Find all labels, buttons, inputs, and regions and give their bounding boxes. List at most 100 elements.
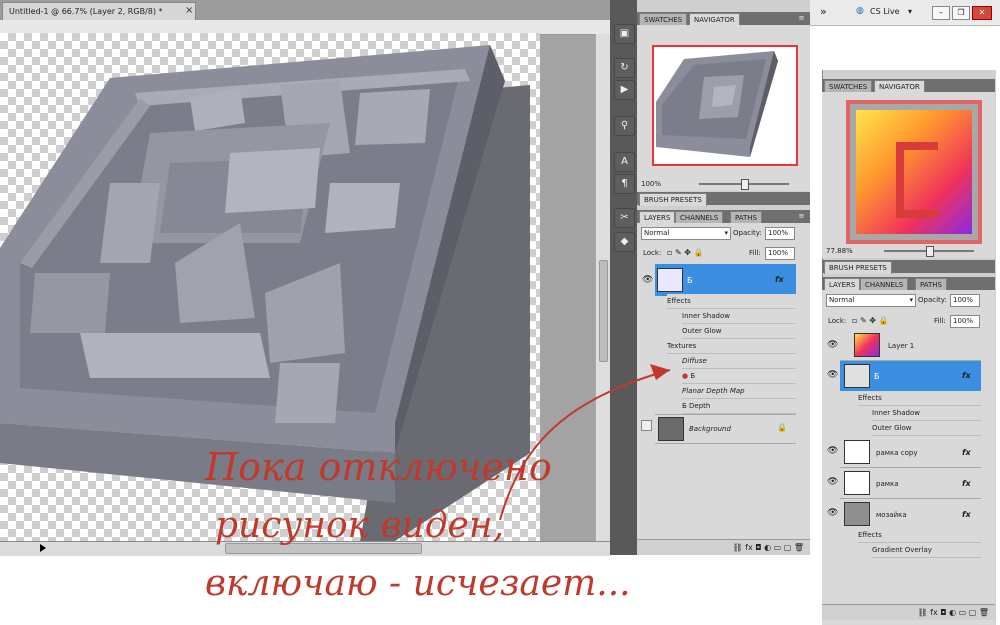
layer-name: мозайка	[876, 511, 907, 519]
eye-icon[interactable]: 👁	[827, 447, 838, 456]
opacity-input-2[interactable]: 100%	[950, 294, 980, 307]
layer-thumbnail	[657, 268, 683, 292]
inner-shadow-row-2[interactable]: Inner Shadow	[872, 406, 981, 421]
effects-row-2[interactable]: Effects	[858, 391, 981, 406]
layer-name: рамка copy	[876, 449, 918, 457]
navigator-tabs: SWATCHES NAVIGATOR ≡	[637, 12, 810, 26]
navigator-thumbnail-render	[656, 51, 778, 157]
layer-name: рамка	[876, 480, 899, 488]
lock-icons[interactable]: ▫ ✎ ✥ 🔒	[667, 248, 703, 257]
handwritten-note-line2: рисунок виден,	[215, 505, 505, 546]
layer-thumbnail	[844, 440, 870, 464]
fill-input[interactable]: 100%	[765, 247, 795, 260]
history-icon[interactable]: ↻	[614, 58, 635, 78]
layers-panel-2: Normal ▾ Opacity: 100% Lock: ▫ ✎ ✥ 🔒 Fill…	[822, 290, 995, 625]
layer-name: Layer 1	[888, 342, 915, 350]
layer-b-row[interactable]: Б fx	[655, 264, 796, 296]
cs-live-icon: ◍	[856, 6, 864, 16]
mozaika-row[interactable]: мозайка fx	[840, 499, 981, 529]
inner-shadow-row[interactable]: Inner Shadow	[682, 309, 796, 324]
eye-icon[interactable]: 👁	[827, 509, 838, 518]
navigator-zoom-value-2[interactable]: 77.88%	[826, 247, 853, 255]
handwritten-note-line1: Пока отключено	[205, 445, 552, 489]
ramka-row[interactable]: рамка fx	[840, 468, 981, 499]
outer-glow-row[interactable]: Outer Glow	[682, 324, 796, 339]
cs-live-label[interactable]: CS Live	[870, 7, 900, 16]
panel-menu-icon[interactable]: ≡	[797, 14, 806, 22]
outer-glow-row-2[interactable]: Outer Glow	[872, 421, 981, 436]
layer-name: Б	[687, 276, 693, 285]
lock-icons-2[interactable]: ▫ ✎ ✥ 🔒	[852, 316, 888, 325]
more-arrows[interactable]: »	[820, 5, 827, 18]
panel-menu-icon[interactable]: ≡	[797, 212, 806, 220]
lock-label: Lock:	[643, 249, 662, 257]
eye-icon[interactable]: 👁	[827, 478, 838, 487]
navigator-tabs-2: SWATCHES NAVIGATOR	[822, 79, 995, 93]
tab-brush-presets-2[interactable]: BRUSH PRESETS	[824, 261, 892, 274]
fill-label-2: Fill:	[934, 317, 946, 325]
tools-icon[interactable]: ✂	[614, 208, 635, 228]
ramka-copy-row[interactable]: рамка copy fx	[840, 437, 981, 468]
letter-glyph-shape	[896, 142, 938, 218]
opacity-label: Opacity:	[733, 229, 762, 237]
tab-brush-presets[interactable]: BRUSH PRESETS	[639, 193, 707, 206]
zoom-slider-thumb[interactable]	[741, 179, 749, 190]
minimize-button[interactable]: –	[932, 6, 950, 20]
clone-source-icon[interactable]: ⚲	[614, 116, 635, 136]
layer-b-row-2[interactable]: Б fx	[840, 361, 981, 391]
navigator-preview[interactable]	[652, 45, 798, 166]
layer1-row[interactable]: Layer 1	[840, 330, 981, 361]
close-icon[interactable]: ×	[185, 5, 193, 16]
layers-tabs: LAYERS CHANNELS PATHS ≡	[637, 210, 810, 224]
lock-label-2: Lock:	[828, 317, 847, 325]
document-tab-title: Untitled-1 @ 66.7% (Layer 2, RGB/8) *	[9, 7, 163, 16]
mini-bridge-icon[interactable]: ▣	[614, 24, 635, 44]
fill-input-2[interactable]: 100%	[950, 315, 980, 328]
3d-icon[interactable]: ◆	[614, 232, 635, 252]
effects-row[interactable]: Effects	[667, 294, 796, 309]
eye-icon[interactable]: 👁	[827, 341, 838, 350]
layer-thumbnail	[854, 333, 880, 357]
paragraph-icon[interactable]: ¶	[614, 174, 635, 194]
navigator-panel: 100%	[637, 25, 810, 191]
character-icon[interactable]: A	[614, 152, 635, 172]
fx-icon[interactable]: fx	[962, 510, 971, 519]
status-arrow-icon[interactable]	[40, 544, 46, 552]
annotation-arrow	[499, 364, 671, 521]
eye-icon[interactable]: 👁	[642, 276, 653, 285]
application-bar: » ◍ CS Live ▾ – ❐ ✕	[810, 0, 1000, 26]
fx-icon[interactable]: fx	[775, 275, 784, 284]
zoom-slider-thumb-2[interactable]	[926, 246, 934, 257]
gradient-overlay-row[interactable]: Gradient Overlay	[872, 543, 981, 558]
layer-name: Б	[874, 372, 880, 381]
eye-icon[interactable]: 👁	[827, 371, 838, 380]
brush-presets-header: BRUSH PRESETS	[637, 192, 810, 206]
layer-thumbnail	[844, 364, 870, 388]
fx-icon[interactable]: fx	[962, 479, 971, 488]
brush-presets-header-2: BRUSH PRESETS	[822, 260, 995, 274]
handwritten-note-line3: включаю - исчезает...	[205, 563, 631, 604]
navigator-preview-2[interactable]	[846, 100, 982, 244]
opacity-label-2: Opacity:	[918, 296, 947, 304]
fx-icon[interactable]: fx	[962, 371, 971, 380]
restore-button[interactable]: ❐	[952, 6, 970, 20]
chevron-down-icon[interactable]: ▾	[908, 7, 912, 16]
close-button[interactable]: ✕	[972, 6, 992, 20]
layers-tabs-2: LAYERS CHANNELS PATHS	[822, 277, 995, 291]
actions-icon[interactable]: ▶	[614, 80, 635, 100]
navigator-panel-2: 77.88%	[822, 92, 995, 258]
layers-footer-icons-2[interactable]: ⛓ fx ◘ ◐ ▭ ▢ 🗑	[822, 604, 995, 620]
blend-mode-select-2[interactable]: Normal ▾	[826, 294, 916, 307]
document-tab[interactable]: Untitled-1 @ 66.7% (Layer 2, RGB/8) * ×	[2, 2, 196, 20]
layers-footer-icons[interactable]: ⛓ fx ◘ ◐ ▭ ▢ 🗑	[637, 539, 810, 555]
fx-icon[interactable]: fx	[962, 448, 971, 457]
opacity-input[interactable]: 100%	[765, 227, 795, 240]
layer-thumbnail	[844, 502, 870, 526]
fill-label: Fill:	[749, 249, 761, 257]
lock-icon: 🔒	[777, 423, 787, 432]
blend-mode-select[interactable]: Normal ▾	[641, 227, 731, 240]
effects-row-3[interactable]: Effects	[858, 528, 981, 543]
navigator-zoom-value[interactable]: 100%	[641, 180, 661, 188]
chevron-down-icon: ▾	[909, 296, 913, 304]
chevron-down-icon: ▾	[724, 229, 728, 237]
